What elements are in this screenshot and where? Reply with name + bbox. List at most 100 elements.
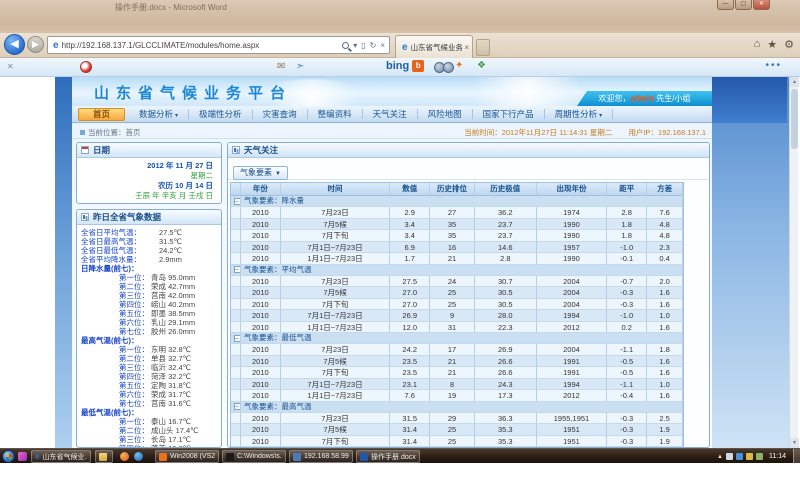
table-cell: -0.3 <box>607 299 647 311</box>
minimize-button[interactable]: — <box>717 0 734 10</box>
addon-bar-close-icon[interactable]: ✕ <box>7 62 14 71</box>
table-row[interactable]: 20107月1日~7月23日26.9928.01994-1.01.0 <box>231 310 683 322</box>
table-cell: 7月23日 <box>281 207 391 219</box>
table-row[interactable]: 20107月23日24.21726.92004-1.11.8 <box>231 344 683 356</box>
column-header[interactable]: 方差 <box>647 183 683 196</box>
menu-item[interactable]: 天气关注 <box>363 109 418 119</box>
tools-gear-icon[interactable]: ⚙ <box>784 38 794 51</box>
scrollbar-thumb[interactable] <box>791 89 798 149</box>
table-group-row[interactable]: –气象要素：降水量 <box>231 196 683 207</box>
taskbar-task-button[interactable]: 操作手册.docx... <box>356 450 420 463</box>
table-row[interactable]: 20107月23日27.52430.72004-0.72.0 <box>231 276 683 288</box>
browser-tab[interactable]: e 山东省气候业务平... × <box>395 35 473 58</box>
search-dropdown-icon[interactable]: ▾ <box>353 41 357 50</box>
power-icon[interactable] <box>756 453 763 460</box>
taskbar-clock[interactable]: 11:14 <box>769 453 786 460</box>
tab-title[interactable]: 山东省气候业务平... <box>411 42 463 53</box>
table-row[interactable]: 20107月下旬3.43523.719901.84.8 <box>231 230 683 242</box>
table-group-row[interactable]: –气象要素：平均气温 <box>231 265 683 276</box>
favorites-star-icon[interactable]: ★ <box>767 38 777 51</box>
media-app-icon[interactable] <box>120 452 129 461</box>
network-icon[interactable] <box>736 453 743 460</box>
vertical-scrollbar[interactable]: ▲ ▼ <box>789 77 798 448</box>
taskbar-active-ie[interactable]: e 山东省气候业... <box>31 450 91 463</box>
compatibility-icon[interactable]: ▯ <box>361 41 365 50</box>
forward-button[interactable]: ▶ <box>27 36 44 53</box>
scroll-down-icon[interactable]: ▼ <box>790 438 799 448</box>
taskbar-task-button[interactable]: Win2008 (VS2... <box>155 450 219 463</box>
home-icon[interactable]: ⌂ <box>754 38 761 51</box>
pinned-app-icon[interactable] <box>18 452 27 461</box>
column-header[interactable]: 年份 <box>241 183 281 196</box>
action-center-icon[interactable] <box>726 453 733 460</box>
address-bar[interactable]: e http://192.168.137.1/GLCCLIMATE/module… <box>47 36 390 54</box>
group-expander-cell[interactable]: – <box>231 402 241 413</box>
send-icon[interactable]: ➣ <box>296 61 304 72</box>
table-row[interactable]: 20107月5候23.52126.61991-0.51.6 <box>231 356 683 368</box>
menu-item-home[interactable]: 首页 <box>78 108 125 121</box>
sparkle-icon[interactable]: ✦ <box>455 60 463 71</box>
table-row[interactable]: 20107月下旬27.02530.52004-0.31.6 <box>231 299 683 311</box>
group-expander-cell[interactable]: – <box>231 265 241 276</box>
menu-item[interactable]: 灾害查询 <box>253 109 308 119</box>
taskbar-explorer[interactable] <box>95 450 113 463</box>
mail-icon[interactable]: ✉ <box>277 61 285 72</box>
collapse-icon[interactable]: – <box>234 198 241 205</box>
table-row[interactable]: 20107月23日2.92736.219742.87.6 <box>231 207 683 219</box>
table-row[interactable]: 20107月下旬23.52126.61991-0.51.6 <box>231 367 683 379</box>
maximize-button[interactable]: ▢ <box>735 0 752 10</box>
menu-item[interactable]: 国家下行产品 <box>473 109 545 119</box>
column-header[interactable]: 历史排位 <box>430 183 475 196</box>
column-header[interactable]: 数值 <box>390 183 430 196</box>
table-row[interactable]: 20101月1日~7月23日12.03122.320120.21.6 <box>231 322 683 334</box>
column-header[interactable]: 出现年份 <box>537 183 608 196</box>
collapse-icon[interactable]: – <box>234 266 241 273</box>
menu-item[interactable]: 整编资料 <box>308 109 363 119</box>
volume-icon[interactable] <box>746 453 753 460</box>
taskbar-task-button[interactable]: 192.168.58.99... <box>289 450 353 463</box>
menu-item[interactable]: 风险地图 <box>418 109 473 119</box>
table-row[interactable]: 20107月下旬31.42535.31951-0.31.9 <box>231 436 683 448</box>
url-text[interactable]: http://192.168.137.1/GLCCLIMATE/modules/… <box>62 41 341 50</box>
more-options-icon[interactable]: ••• <box>765 60 782 71</box>
scroll-up-icon[interactable]: ▲ <box>790 77 799 87</box>
show-desktop-button[interactable] <box>793 449 800 464</box>
table-row[interactable]: 20101月1日~7月23日7.61917.32012-0.41.6 <box>231 390 683 402</box>
table-row[interactable]: 20107月5候31.42535.31951-0.31.9 <box>231 424 683 436</box>
group-expander-cell[interactable]: – <box>231 196 241 207</box>
column-header[interactable]: 历史极值 <box>475 183 537 196</box>
table-row[interactable]: 20107月1日~7月23日6.91614.61957-1.02.3 <box>231 242 683 254</box>
browser-app-icon[interactable] <box>134 452 143 461</box>
collapse-icon[interactable]: – <box>234 403 241 410</box>
table-row[interactable]: 20107月5候27.02530.52004-0.31.6 <box>231 287 683 299</box>
menu-item[interactable]: 周期性分析▾ <box>545 109 614 119</box>
table-row[interactable]: 20107月1日~7月23日23.1824.31994-1.11.0 <box>231 379 683 391</box>
table-group-row[interactable]: –气象要素：最高气温 <box>231 402 683 413</box>
puzzle-addon-icon[interactable]: ❖ <box>477 60 486 71</box>
menu-item[interactable]: 数据分析▾ <box>129 109 189 119</box>
back-button[interactable]: ◀ <box>4 34 25 55</box>
taskbar-task-button[interactable]: C:\Windows\s... <box>222 450 286 463</box>
addon-logo-icon[interactable] <box>80 61 92 73</box>
coin-icon[interactable] <box>443 62 454 73</box>
collapse-icon[interactable]: – <box>234 335 241 342</box>
tab-close-icon[interactable]: × <box>464 43 469 52</box>
menu-item[interactable]: 极端性分析 <box>189 109 253 119</box>
start-button[interactable] <box>2 450 15 463</box>
table-row[interactable]: 20107月5候3.43523.719901.84.8 <box>231 219 683 231</box>
table-row[interactable]: 20107月23日31.52936.31955,1951-0.32.5 <box>231 413 683 425</box>
element-selector-button[interactable]: 气象要素▼ <box>233 166 288 180</box>
group-expander-cell[interactable]: – <box>231 333 241 344</box>
refresh-icon[interactable]: ↻ <box>370 41 377 50</box>
column-header[interactable]: 距平 <box>607 183 647 196</box>
new-tab-button[interactable] <box>476 39 490 56</box>
bing-logo[interactable]: bing <box>386 60 409 72</box>
table-row[interactable]: 20101月1日~7月23日1.7212.81990-0.10.4 <box>231 253 683 265</box>
bing-box-icon[interactable]: b <box>412 60 424 72</box>
column-header[interactable]: 时间 <box>281 183 391 196</box>
search-icon[interactable] <box>342 42 349 49</box>
table-group-row[interactable]: –气象要素：最低气温 <box>231 333 683 344</box>
stop-icon[interactable]: × <box>380 41 385 50</box>
tray-expand-icon[interactable]: ▲ <box>717 454 723 460</box>
close-button[interactable]: ✕ <box>753 0 770 10</box>
